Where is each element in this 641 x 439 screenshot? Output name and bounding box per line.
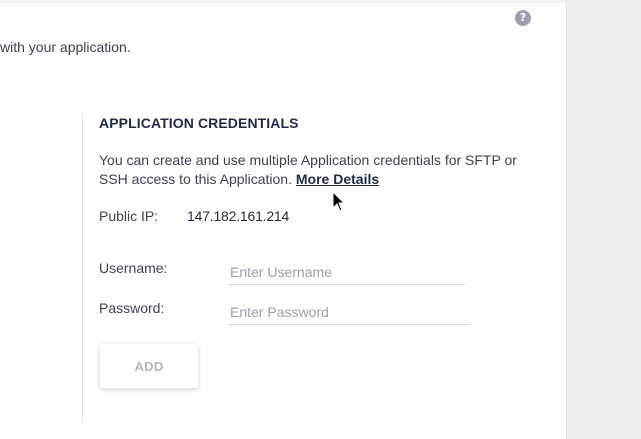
section-description: You can create and use multiple Applicat…	[99, 151, 549, 189]
username-input[interactable]	[228, 259, 465, 285]
help-icon[interactable]: ?	[515, 10, 531, 26]
password-label: Password:	[99, 300, 165, 316]
public-ip-label: Public IP:	[99, 208, 159, 224]
right-side-panel	[566, 0, 641, 439]
add-credential-button[interactable]: ADD	[100, 344, 198, 388]
username-label: Username:	[99, 260, 168, 276]
application-credentials-section: APPLICATION CREDENTIALS You can create a…	[82, 113, 553, 423]
intro-text: with your application.	[0, 39, 131, 55]
top-divider	[0, 0, 566, 3]
public-ip-value: 147.182.161.214	[187, 208, 290, 224]
more-details-link[interactable]: More Details	[296, 171, 379, 187]
section-title: APPLICATION CREDENTIALS	[99, 115, 299, 131]
password-input[interactable]	[228, 299, 470, 325]
